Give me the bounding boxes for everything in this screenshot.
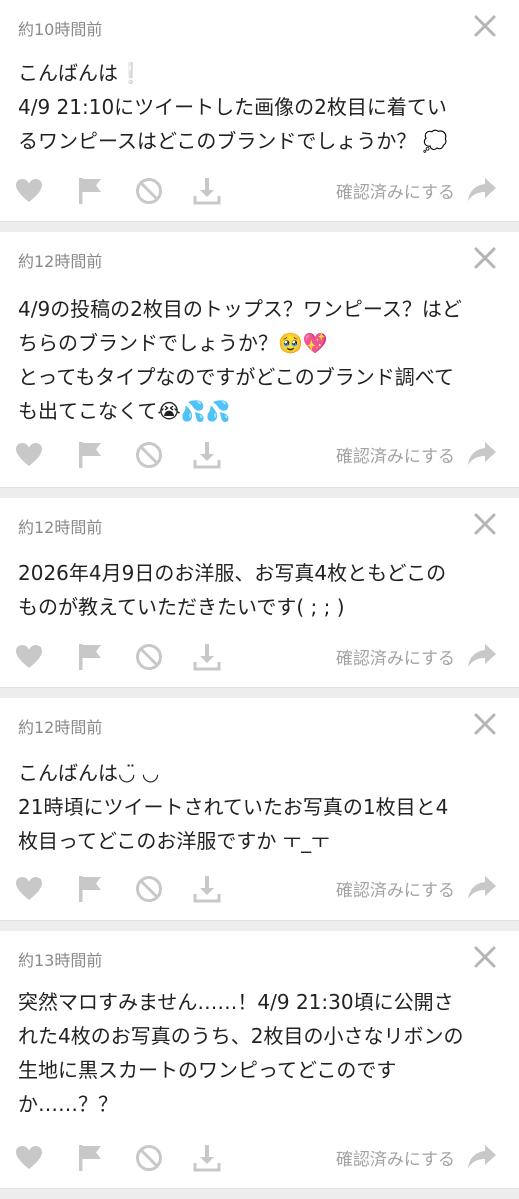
flag-icon[interactable] (75, 176, 105, 206)
message-line: か……？？ (18, 1092, 118, 1116)
message-line: とってもタイプなのですがどこのブランド調べて (18, 365, 454, 389)
message-time: 約10時間前 (18, 20, 103, 39)
close-icon[interactable] (473, 246, 497, 270)
share-arrow-icon (468, 644, 496, 667)
block-icon[interactable] (134, 642, 164, 672)
message-card: 約12時間前 2026年4月9日のお洋服、お写真4枚ともどこの ものが教えていた… (0, 498, 519, 688)
block-icon[interactable] (134, 1143, 164, 1173)
message-text: こんばんは◡̈ ◡ 21時頃にツイートされていたお写真の1枚目と4 枚目ってどこ… (18, 756, 495, 858)
confirm-button[interactable]: 確認済みにする (336, 436, 497, 472)
message-line: るワンピースはどこのブランドでしょうか？ 💭 (18, 129, 448, 153)
block-icon[interactable] (134, 874, 164, 904)
confirm-button[interactable]: 確認済みにする (336, 1139, 497, 1175)
message-card: 約12時間前 こんばんは◡̈ ◡ 21時頃にツイートされていたお写真の1枚目と4… (0, 698, 519, 921)
flag-icon[interactable] (75, 1143, 105, 1173)
action-bar: 確認済みにする (0, 870, 519, 906)
share-arrow-icon (468, 876, 496, 899)
message-line: 枚目ってどこのお洋服ですか ㅜ_ㅜ (18, 829, 330, 853)
close-icon[interactable] (473, 512, 497, 536)
heart-icon[interactable] (14, 1143, 44, 1173)
message-line: 2026年4月9日のお洋服、お写真4枚ともどこの (18, 561, 447, 585)
download-icon[interactable] (192, 642, 222, 672)
action-bar: 確認済みにする (0, 436, 519, 472)
confirm-label: 確認済みにする (335, 1149, 455, 1170)
share-arrow-icon (468, 178, 496, 201)
flag-icon[interactable] (75, 642, 105, 672)
confirm-label: 確認済みにする (335, 648, 455, 669)
message-line: ちらのブランドでしょうか？🥹💖 (18, 331, 328, 355)
action-bar: 確認済みにする (0, 638, 519, 674)
heart-icon[interactable] (14, 176, 44, 206)
action-bar: 確認済みにする (0, 1139, 519, 1175)
message-line: れた4枚のお写真のうち、2枚目の小さなリボンの (18, 1024, 464, 1048)
close-icon[interactable] (473, 945, 497, 969)
message-card: 約10時間前 こんばんは❕ 4/9 21:10にツイートした画像の2枚目に着てい… (0, 0, 519, 222)
confirm-label: 確認済みにする (335, 446, 455, 467)
download-icon[interactable] (192, 176, 222, 206)
message-time: 約12時間前 (18, 718, 103, 737)
divider (0, 688, 519, 698)
message-line: ものが教えていただきたいです( ; ; ) (18, 595, 345, 619)
confirm-button[interactable]: 確認済みにする (336, 870, 497, 906)
share-arrow-icon (468, 1145, 496, 1168)
flag-icon[interactable] (75, 874, 105, 904)
divider (0, 222, 519, 232)
message-line: も出てこなくて😭💦💦 (18, 399, 231, 423)
divider (0, 488, 519, 498)
download-icon[interactable] (192, 874, 222, 904)
download-icon[interactable] (192, 440, 222, 470)
heart-icon[interactable] (14, 440, 44, 470)
block-icon[interactable] (134, 440, 164, 470)
confirm-button[interactable]: 確認済みにする (336, 638, 497, 674)
message-line: 4/9 21:10にツイートした画像の2枚目に着てい (18, 95, 447, 119)
divider (0, 921, 519, 931)
message-time: 約12時間前 (18, 518, 103, 537)
close-icon[interactable] (473, 14, 497, 38)
message-text: 突然マロすみません……！4/9 21:30頃に公開さ れた4枚のお写真のうち、2… (18, 985, 495, 1121)
heart-icon[interactable] (14, 642, 44, 672)
message-line: こんばんは◡̈ ◡ (18, 761, 160, 785)
message-time: 約12時間前 (18, 252, 103, 271)
share-arrow-icon (468, 442, 496, 465)
message-line: 21時頃にツイートされていたお写真の1枚目と4 (18, 795, 449, 819)
message-text: こんばんは❕ 4/9 21:10にツイートした画像の2枚目に着てい るワンピース… (18, 56, 495, 158)
message-card: 約13時間前 突然マロすみません……！4/9 21:30頃に公開さ れた4枚のお… (0, 931, 519, 1189)
message-line: 生地に黒スカートのワンピってどこのです (18, 1058, 397, 1082)
download-icon[interactable] (192, 1143, 222, 1173)
action-bar: 確認済みにする (0, 172, 519, 208)
message-line: こんばんは❕ (18, 61, 143, 85)
divider (0, 1189, 519, 1199)
confirm-button[interactable]: 確認済みにする (336, 172, 497, 208)
close-icon[interactable] (473, 712, 497, 736)
flag-icon[interactable] (75, 440, 105, 470)
message-line: 4/9の投稿の2枚目のトップス？ワンピース？はど (18, 297, 462, 321)
message-text: 4/9の投稿の2枚目のトップス？ワンピース？はど ちらのブランドでしょうか？🥹💖… (18, 292, 495, 428)
message-text: 2026年4月9日のお洋服、お写真4枚ともどこの ものが教えていただきたいです(… (18, 556, 495, 624)
confirm-label: 確認済みにする (335, 182, 455, 203)
message-line: 突然マロすみません……！4/9 21:30頃に公開さ (18, 990, 454, 1014)
block-icon[interactable] (134, 176, 164, 206)
confirm-label: 確認済みにする (335, 880, 455, 901)
message-card: 約12時間前 4/9の投稿の2枚目のトップス？ワンピース？はど ちらのブランドで… (0, 232, 519, 488)
heart-icon[interactable] (14, 874, 44, 904)
message-time: 約13時間前 (18, 951, 103, 970)
